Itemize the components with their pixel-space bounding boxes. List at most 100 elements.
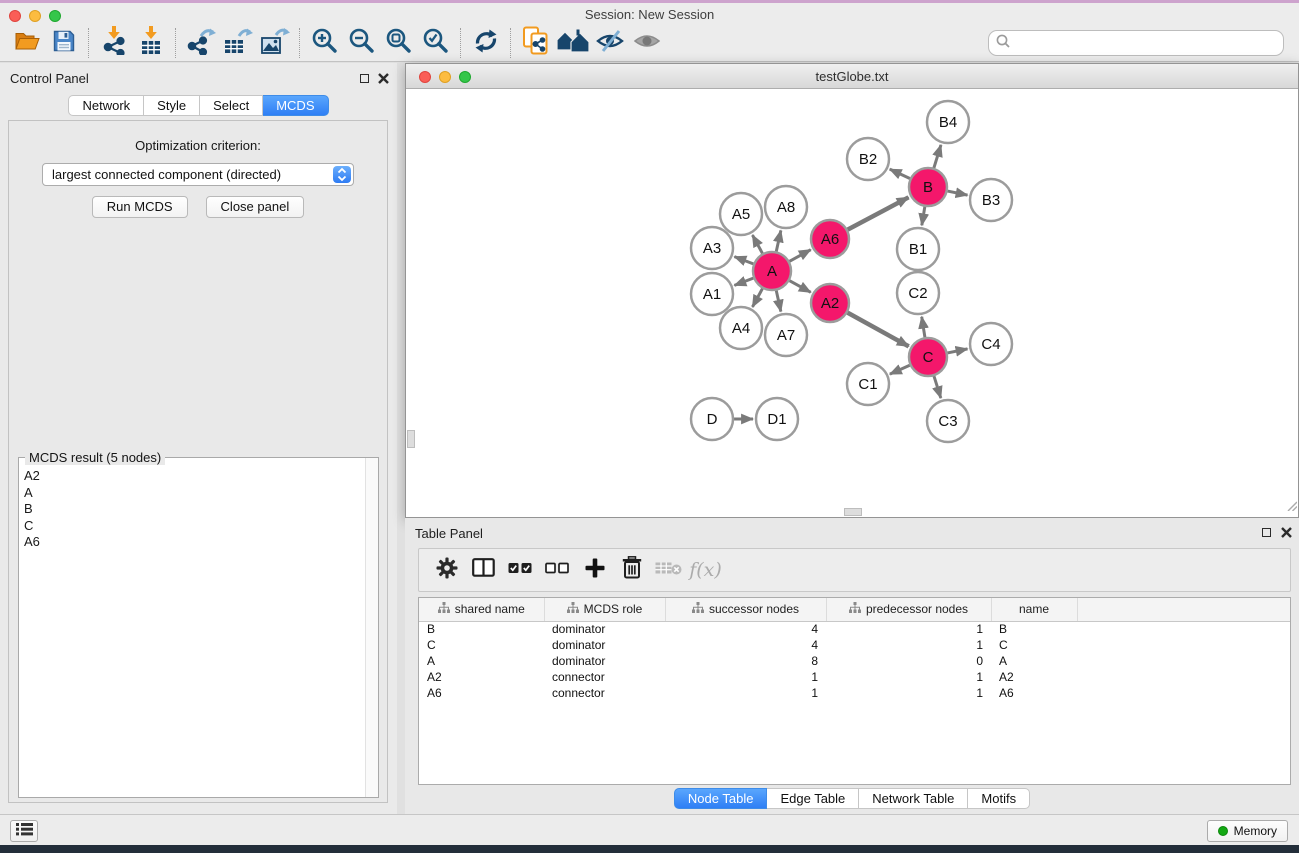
graph-edge-B-B2[interactable] — [890, 169, 910, 178]
graph-node-A[interactable]: A — [753, 252, 791, 290]
graph-edge-B-B1[interactable] — [922, 207, 925, 226]
graph-edge-A-A4[interactable] — [752, 289, 762, 307]
graph-edge-A-A1[interactable] — [734, 278, 753, 285]
zoom-view-button[interactable] — [459, 71, 471, 83]
table-cell[interactable]: 1 — [826, 637, 991, 653]
network-canvas[interactable]: AA1A2A3A4A5A6A7A8BB1B2B3B4CC1C2C3C4DD1 — [406, 90, 1298, 517]
show-panels-button[interactable] — [10, 820, 38, 842]
mcds-result-item[interactable]: A2 — [24, 468, 364, 485]
table-row[interactable]: Bdominator41B — [419, 621, 1290, 637]
table-cell[interactable]: A6 — [419, 685, 544, 701]
show-columns-button[interactable] — [465, 553, 502, 587]
tab-motifs[interactable]: Motifs — [968, 788, 1030, 809]
graph-edge-C-C2[interactable] — [922, 317, 925, 338]
bottom-splitter-handle[interactable] — [844, 508, 862, 516]
graph-edge-A-A2[interactable] — [790, 281, 811, 293]
graph-node-A1[interactable]: A1 — [691, 273, 733, 315]
delete-table-button[interactable] — [650, 553, 687, 587]
add-column-button[interactable] — [576, 553, 613, 587]
mcds-result-item[interactable]: B — [24, 501, 364, 518]
table-cell[interactable]: 4 — [665, 637, 826, 653]
table-cell[interactable]: 1 — [826, 685, 991, 701]
import-table-button[interactable] — [132, 27, 169, 59]
hide-selected-button[interactable] — [591, 27, 628, 59]
table-cell[interactable]: 4 — [665, 621, 826, 637]
deselect-all-button[interactable] — [539, 553, 576, 587]
table-cell[interactable]: A2 — [419, 669, 544, 685]
zoom-selected-button[interactable] — [417, 27, 454, 59]
graph-node-B[interactable]: B — [909, 168, 947, 206]
criterion-dropdown[interactable]: largest connected component (directed) — [42, 163, 354, 186]
close-window-button[interactable] — [9, 10, 21, 22]
table-cell[interactable]: dominator — [544, 653, 665, 669]
table-row[interactable]: A2connector11A2 — [419, 669, 1290, 685]
graph-node-D[interactable]: D — [691, 398, 733, 440]
graph-edge-A2-C[interactable] — [848, 313, 909, 347]
table-cell[interactable]: connector — [544, 669, 665, 685]
graph-node-A5[interactable]: A5 — [720, 193, 762, 235]
zoom-out-button[interactable] — [343, 27, 380, 59]
graph-edge-A-A8[interactable] — [776, 230, 781, 251]
graph-node-C1[interactable]: C1 — [847, 363, 889, 405]
table-cell[interactable]: A — [991, 653, 1077, 669]
table-cell[interactable] — [1077, 621, 1290, 637]
table-cell[interactable]: C — [419, 637, 544, 653]
table-settings-button[interactable] — [428, 553, 465, 587]
close-panel-button[interactable]: Close panel — [206, 196, 305, 218]
graph-node-C4[interactable]: C4 — [970, 323, 1012, 365]
float-panel-icon[interactable] — [358, 72, 371, 85]
graph-node-C3[interactable]: C3 — [927, 400, 969, 442]
apply-function-button[interactable]: f(x) — [687, 553, 724, 587]
search-input[interactable] — [1015, 36, 1276, 51]
select-all-button[interactable] — [502, 553, 539, 587]
graph-edge-C-C4[interactable] — [948, 349, 968, 353]
refresh-button[interactable] — [467, 27, 504, 59]
graph-edge-A-A7[interactable] — [776, 291, 781, 312]
minimize-view-button[interactable] — [439, 71, 451, 83]
graph-edge-A-A5[interactable] — [752, 235, 762, 253]
close-panel-icon[interactable] — [377, 72, 390, 85]
graph-node-D1[interactable]: D1 — [756, 398, 798, 440]
mcds-result-item[interactable]: A6 — [24, 534, 364, 551]
column-header-successor-nodes[interactable]: successor nodes — [665, 598, 826, 621]
table-cell[interactable]: B — [991, 621, 1077, 637]
table-cell[interactable] — [1077, 653, 1290, 669]
import-network-button[interactable] — [95, 27, 132, 59]
mcds-result-item[interactable]: C — [24, 518, 364, 535]
graph-edge-C-C3[interactable] — [934, 376, 941, 398]
tab-style[interactable]: Style — [144, 95, 200, 116]
save-session-button[interactable] — [45, 27, 82, 59]
table-cell[interactable]: C — [991, 637, 1077, 653]
graph-node-A7[interactable]: A7 — [765, 314, 807, 356]
graph-edge-A-A6[interactable] — [790, 250, 811, 262]
tab-network-table[interactable]: Network Table — [859, 788, 968, 809]
network-window-titlebar[interactable]: testGlobe.txt — [406, 64, 1298, 89]
resize-grip-icon[interactable] — [1285, 498, 1297, 516]
table-cell[interactable]: 1 — [665, 685, 826, 701]
table-cell[interactable]: 1 — [665, 669, 826, 685]
left-splitter-handle[interactable] — [407, 430, 415, 448]
first-neighbors-button[interactable] — [554, 27, 591, 59]
result-scrollbar[interactable] — [365, 458, 378, 797]
table-cell[interactable]: dominator — [544, 637, 665, 653]
table-row[interactable]: Cdominator41C — [419, 637, 1290, 653]
zoom-window-button[interactable] — [49, 10, 61, 22]
graph-node-A8[interactable]: A8 — [765, 186, 807, 228]
clone-network-button[interactable] — [517, 27, 554, 59]
table-cell[interactable]: B — [419, 621, 544, 637]
column-header-predecessor-nodes[interactable]: predecessor nodes — [826, 598, 991, 621]
float-table-panel-icon[interactable] — [1260, 526, 1273, 539]
tab-node-table[interactable]: Node Table — [674, 788, 768, 809]
mcds-result-item[interactable]: A — [24, 485, 364, 502]
table-row[interactable]: A6connector11A6 — [419, 685, 1290, 701]
table-cell[interactable]: 1 — [826, 621, 991, 637]
zoom-in-button[interactable] — [306, 27, 343, 59]
search-box[interactable] — [988, 30, 1284, 56]
table-cell[interactable]: connector — [544, 685, 665, 701]
table-cell[interactable]: A6 — [991, 685, 1077, 701]
open-file-button[interactable] — [8, 27, 45, 59]
table-cell[interactable]: 8 — [665, 653, 826, 669]
table-cell[interactable]: dominator — [544, 621, 665, 637]
tab-edge-table[interactable]: Edge Table — [767, 788, 859, 809]
column-header-name[interactable]: name — [991, 598, 1077, 621]
